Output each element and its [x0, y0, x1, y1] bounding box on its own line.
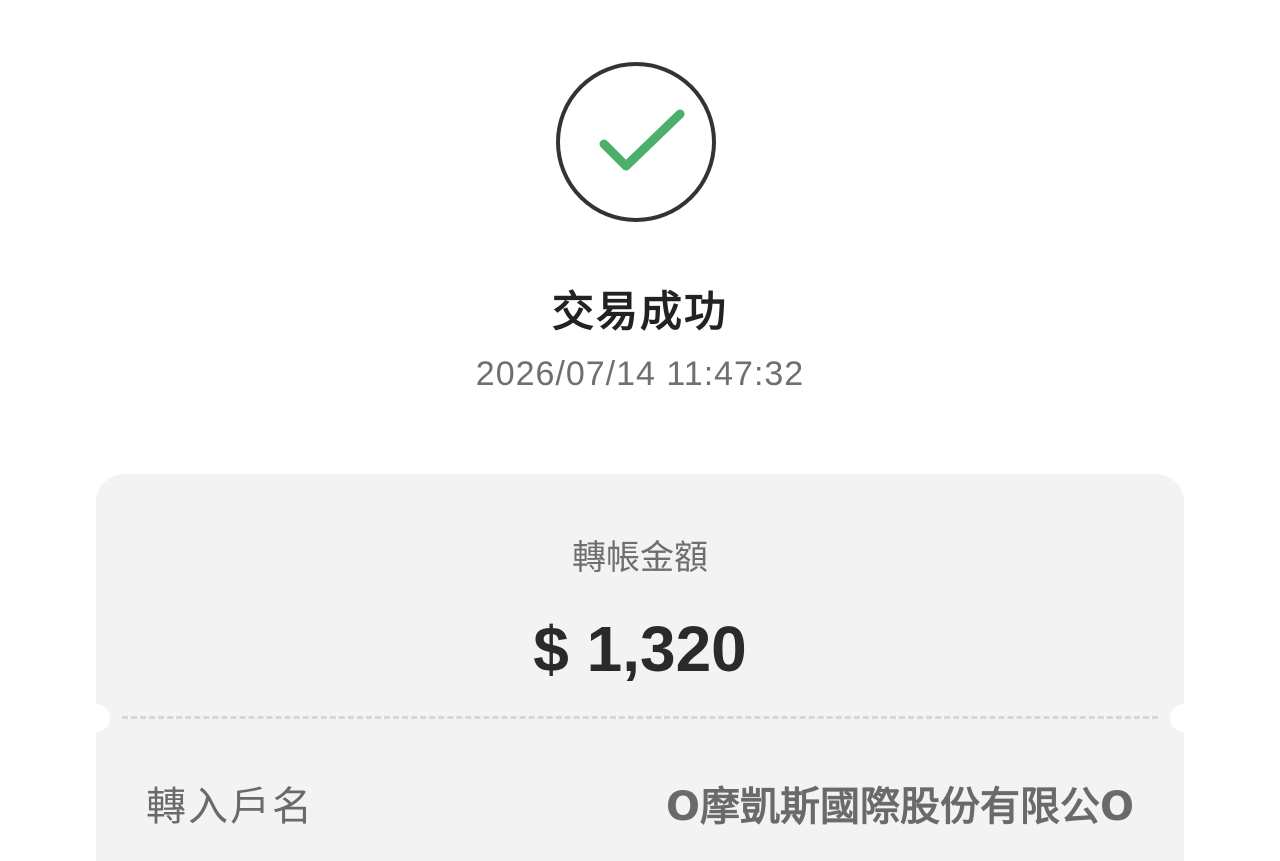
card-notch-left	[82, 704, 110, 732]
payee-name-label: 轉入戶名	[146, 784, 314, 830]
amount-value: $ 1,320	[533, 613, 747, 685]
card-divider	[122, 716, 1158, 719]
card-notch-right	[1170, 704, 1198, 732]
success-status-icon	[556, 62, 716, 222]
status-title: 交易成功	[551, 287, 728, 336]
amount-label: 轉帳金額	[572, 538, 708, 578]
check-icon	[599, 109, 685, 171]
transaction-result-page: 交易成功 2026/07/14 11:47:32 轉帳金額 $ 1,320 轉入…	[0, 0, 1280, 861]
payee-name-value: O摩凱斯國際股份有限公O	[665, 784, 1134, 830]
transaction-datetime: 2026/07/14 11:47:32	[475, 355, 805, 393]
